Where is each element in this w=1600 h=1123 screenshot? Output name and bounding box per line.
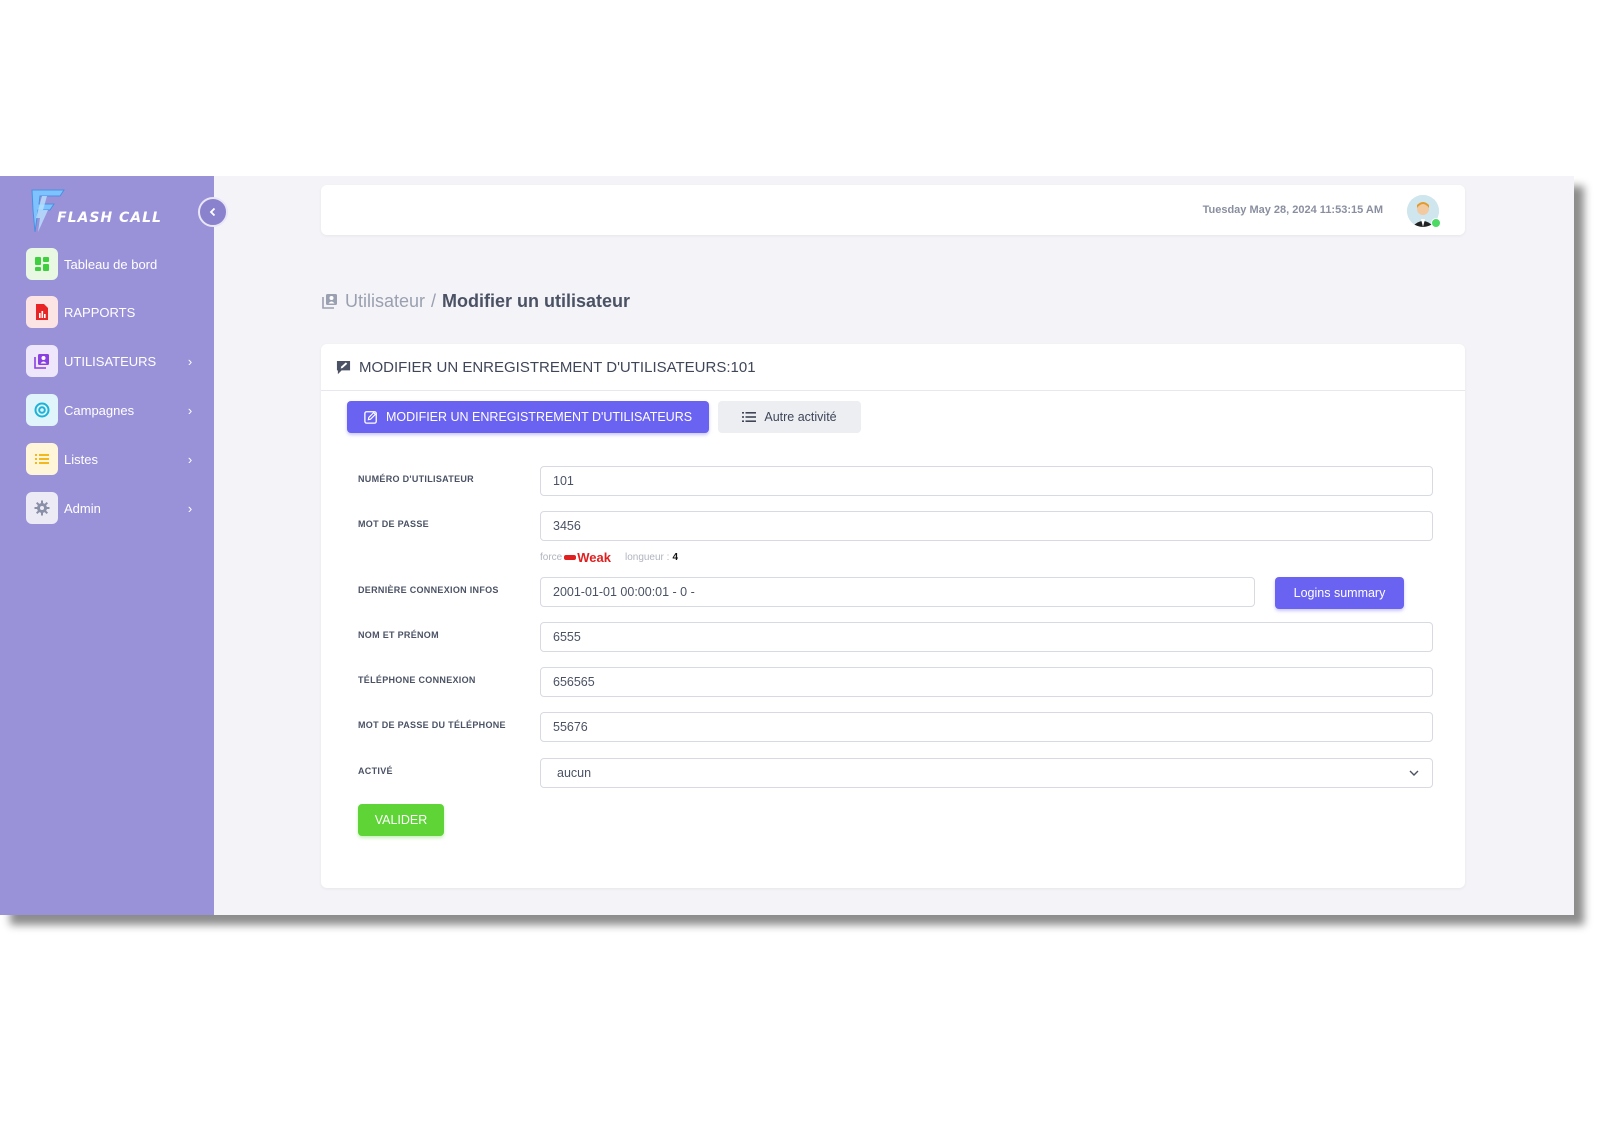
strength-value: Weak	[577, 550, 611, 565]
current-datetime: Tuesday May 28, 2024 11:53:15 AM	[1202, 204, 1383, 216]
edit-note-icon	[336, 360, 351, 374]
sidebar-item-admin[interactable]: Admin ›	[26, 492, 196, 524]
length-label: longueur :	[624, 552, 670, 563]
full-name-input[interactable]: 6555	[540, 622, 1433, 652]
tab-other-activity[interactable]: Autre activité	[718, 401, 861, 433]
brand-name: FLASH CALL	[57, 210, 162, 226]
strength-bar	[564, 555, 577, 560]
target-icon	[26, 394, 58, 426]
breadcrumb-parent[interactable]: Utilisateur	[345, 291, 425, 312]
sidebar-item-users[interactable]: UTILISATEURS ›	[26, 345, 196, 377]
sidebar-item-lists[interactable]: Listes ›	[26, 443, 196, 475]
password-strength-meter: force Weak longueur : 4	[540, 550, 678, 565]
dashboard-icon	[26, 248, 58, 280]
phone-password-label: MOT DE PASSE DU TÉLÉPHONE	[358, 720, 506, 730]
sidebar-item-reports[interactable]: RAPPORTS	[26, 296, 196, 328]
user-number-label: NUMÉRO D'UTILISATEUR	[358, 474, 474, 484]
full-name-value: 6555	[553, 630, 581, 644]
edit-user-card: MODIFIER UN ENREGISTREMENT D'UTILISATEUR…	[321, 344, 1465, 888]
chevron-right-icon: ›	[187, 451, 193, 467]
phone-password-input[interactable]: 55676	[540, 712, 1433, 742]
tab-edit-record[interactable]: MODIFIER UN ENREGISTREMENT D'UTILISATEUR…	[347, 401, 709, 433]
user-number-input[interactable]: 101	[540, 466, 1433, 496]
users-icon	[26, 345, 58, 377]
user-number-value: 101	[553, 474, 574, 488]
page-title: Modifier un utilisateur	[442, 290, 631, 311]
length-value: 4	[672, 552, 679, 563]
sidebar-item-campaigns[interactable]: Campagnes ›	[26, 394, 196, 426]
sidebar-collapse-button[interactable]	[198, 197, 228, 227]
chevron-left-icon	[209, 207, 216, 217]
brand-logo[interactable]: FLASH CALL	[30, 188, 180, 234]
sidebar-item-label: RAPPORTS	[64, 304, 136, 320]
password-input[interactable]: 3456	[540, 511, 1433, 541]
list-icon	[742, 412, 757, 422]
tab-other-activity-label: Autre activité	[764, 410, 837, 424]
online-status-indicator	[1431, 218, 1441, 228]
top-bar: Tuesday May 28, 2024 11:53:15 AM	[321, 185, 1465, 235]
phone-login-value: 656565	[553, 675, 595, 689]
password-value: 3456	[553, 519, 581, 533]
chevron-right-icon: ›	[187, 402, 193, 418]
breadcrumb-separator: /	[431, 290, 437, 311]
chevron-right-icon: ›	[187, 500, 193, 516]
sidebar-item-label: Campagnes	[64, 402, 135, 418]
chevron-right-icon: ›	[187, 353, 193, 369]
chevron-down-icon	[1409, 770, 1419, 776]
submit-button[interactable]: VALIDER	[358, 804, 444, 836]
active-select-value: aucun	[557, 766, 592, 780]
phone-login-input[interactable]: 656565	[540, 667, 1433, 697]
sidebar: FLASH CALL Tableau de bord RAPPORTS UTIL…	[0, 176, 214, 915]
gear-icon	[26, 492, 58, 524]
strength-label: force	[540, 552, 563, 563]
card-title: MODIFIER UN ENREGISTREMENT D'UTILISATEUR…	[359, 358, 756, 376]
users-icon	[322, 294, 337, 309]
full-name-label: NOM ET PRÉNOM	[358, 630, 439, 640]
last-login-label: DERNIÈRE CONNEXION INFOS	[358, 585, 499, 595]
sidebar-item-label: UTILISATEURS	[64, 353, 157, 369]
last-login-input[interactable]: 2001-01-01 00:00:01 - 0 -	[540, 577, 1255, 607]
active-select[interactable]: aucun	[540, 758, 1433, 788]
report-icon	[26, 296, 58, 328]
list-icon	[26, 443, 58, 475]
logins-summary-button[interactable]: Logins summary	[1275, 577, 1404, 609]
card-header: MODIFIER UN ENREGISTREMENT D'UTILISATEUR…	[321, 344, 1465, 391]
sidebar-item-label: Admin	[64, 500, 101, 516]
phone-login-label: TÉLÉPHONE CONNEXION	[358, 675, 476, 685]
phone-password-value: 55676	[553, 720, 588, 734]
edit-icon	[364, 411, 377, 424]
active-label: ACTIVÉ	[358, 766, 393, 776]
sidebar-item-label: Listes	[64, 451, 98, 467]
last-login-value: 2001-01-01 00:00:01 - 0 -	[553, 585, 695, 599]
tab-edit-record-label: MODIFIER UN ENREGISTREMENT D'UTILISATEUR…	[385, 410, 693, 424]
sidebar-item-dashboard[interactable]: Tableau de bord	[26, 248, 196, 280]
breadcrumb: Utilisateur / Modifier un utilisateur	[322, 288, 630, 314]
sidebar-item-label: Tableau de bord	[64, 256, 158, 272]
password-label: MOT DE PASSE	[358, 519, 429, 529]
app-window: FLASH CALL Tableau de bord RAPPORTS UTIL…	[0, 176, 1574, 915]
